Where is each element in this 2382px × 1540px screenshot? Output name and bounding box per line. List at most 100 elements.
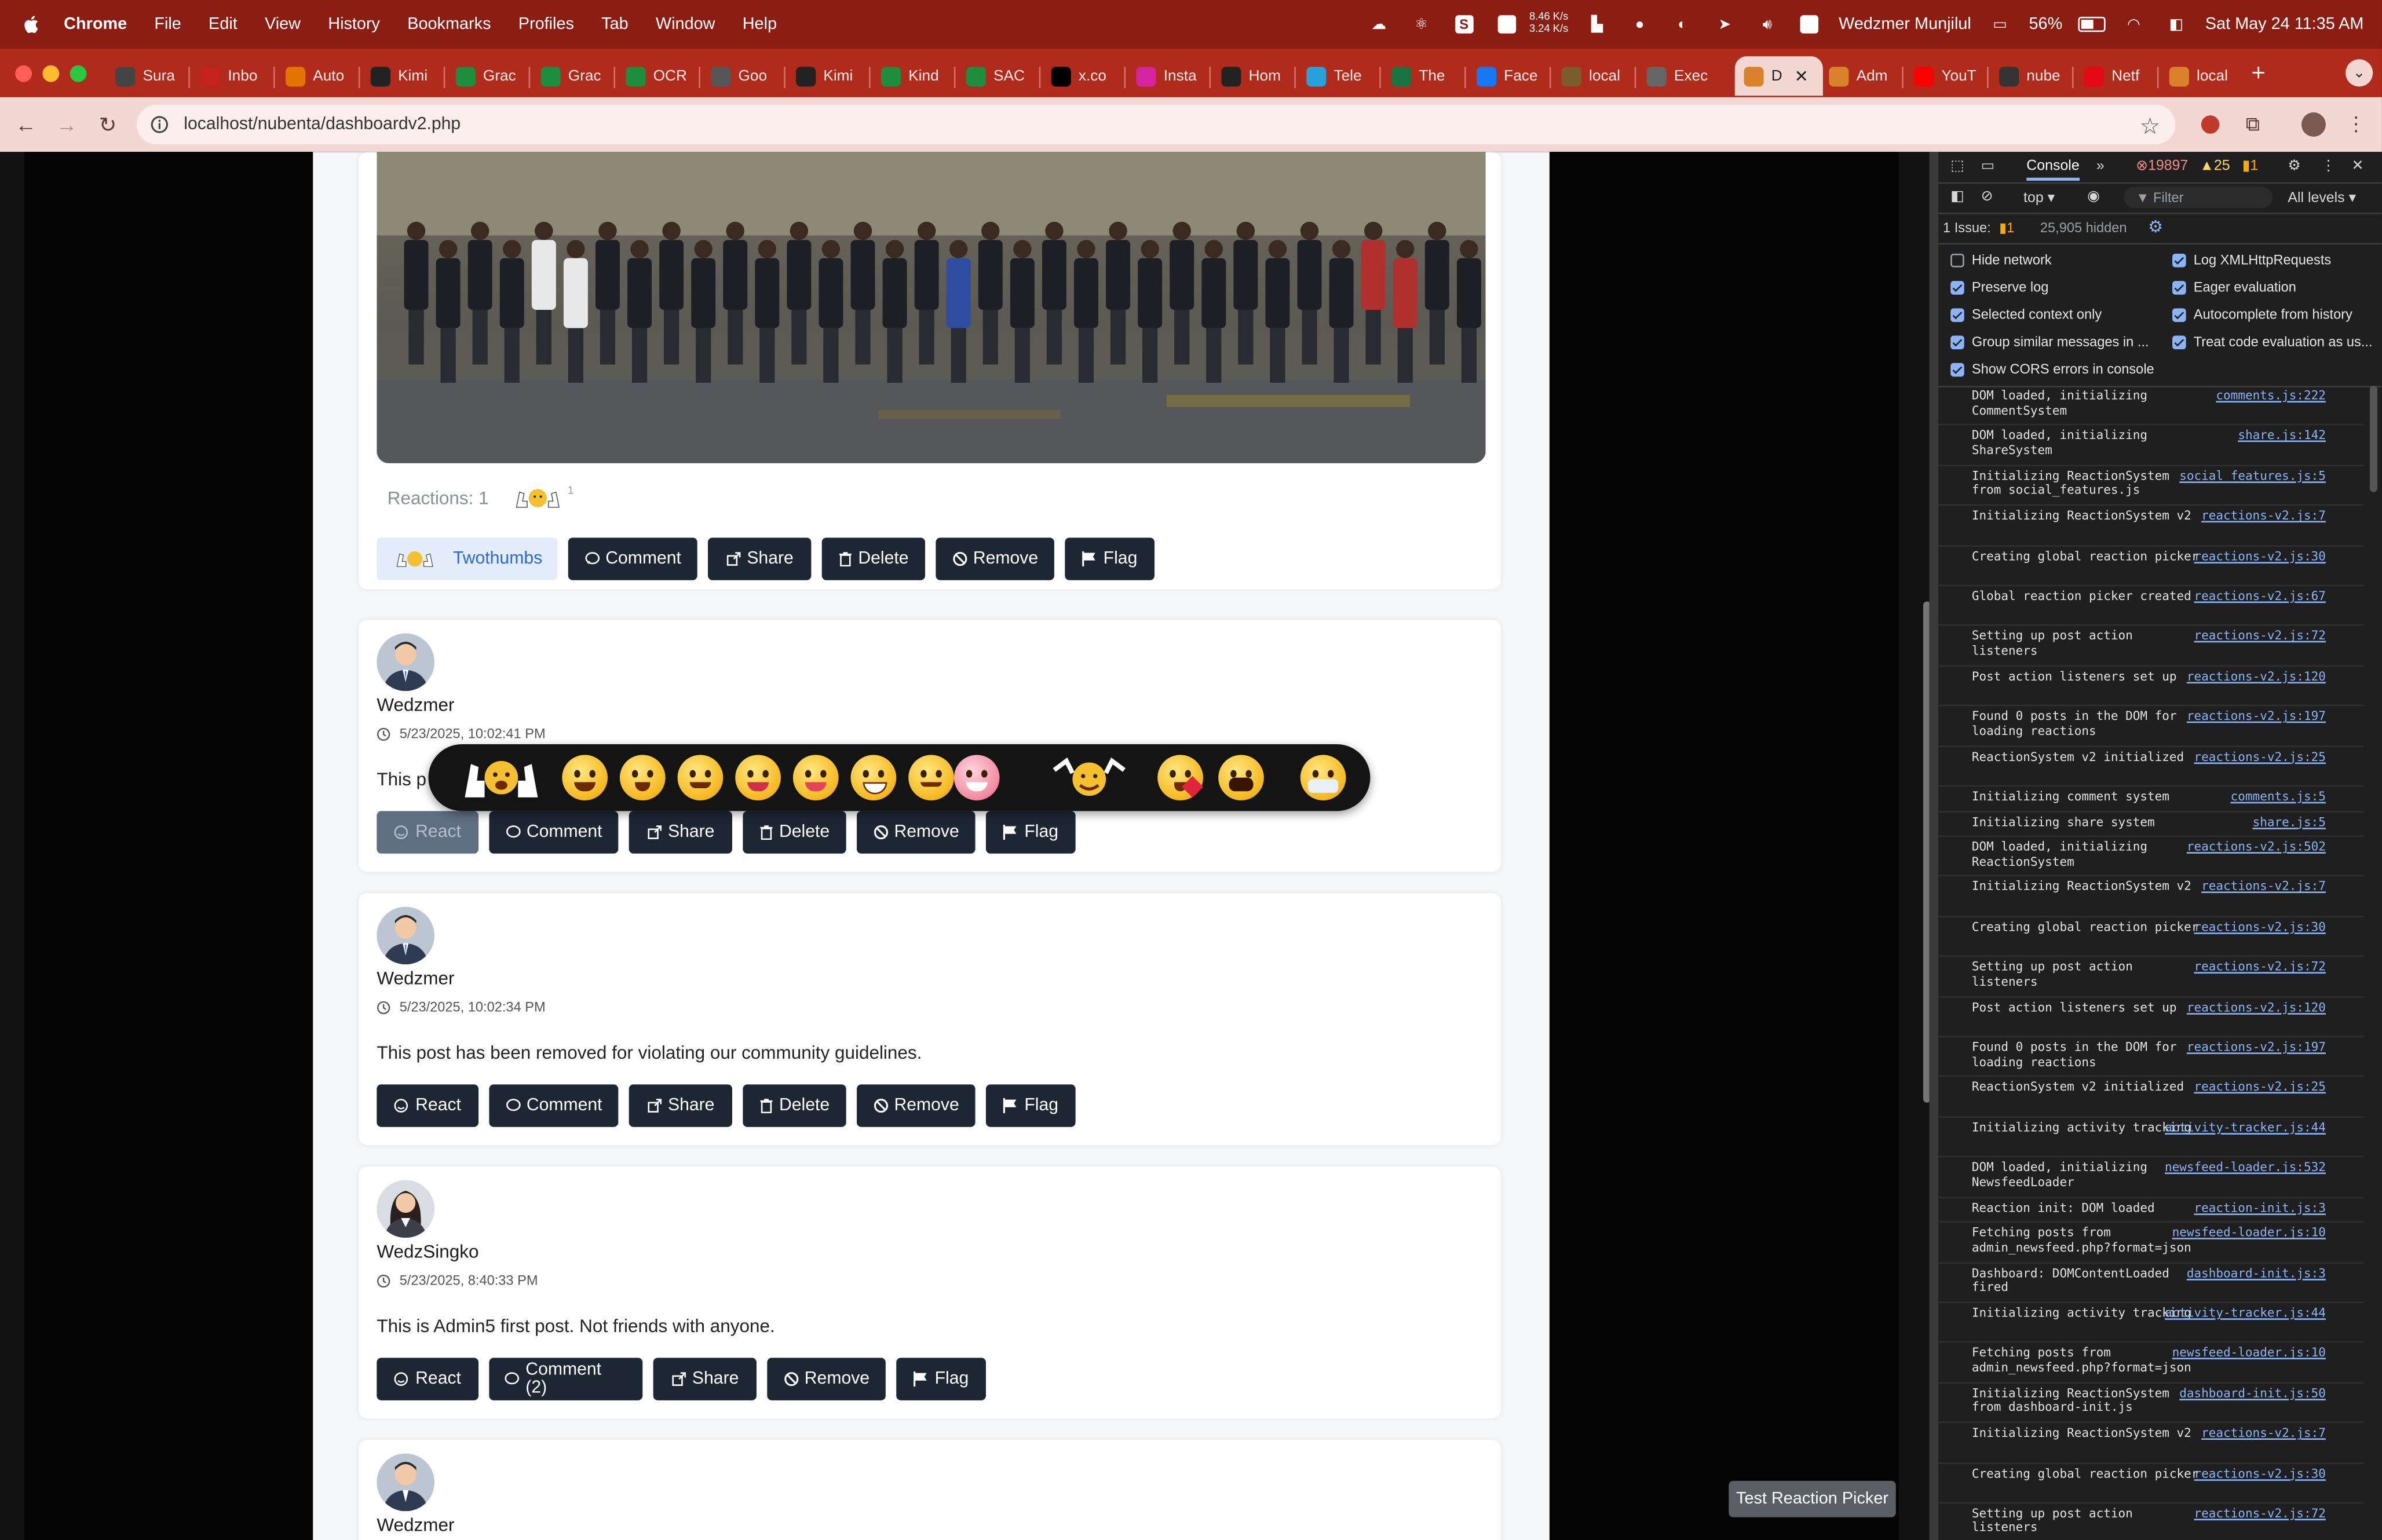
console-message[interactable]: DOM loaded, initializing ShareSystem shar… [1938,426,2364,466]
console-message[interactable]: Setting up post action listeners reaction… [1938,626,2364,667]
console-message[interactable]: Post action listeners set up reactions-v2… [1938,997,2364,1038]
console-source-link[interactable]: reactions-v2.js:197 [2187,709,2326,724]
network-monitor-icon[interactable] [1493,14,1520,35]
browser-tab[interactable]: SAC [957,56,1042,96]
console-message[interactable]: Setting up post action listeners reaction… [1938,1504,2363,1540]
console-source-link[interactable]: reactions-v2.js:120 [2187,1000,2326,1015]
site-info-icon[interactable] [147,112,171,137]
option-log-xhr[interactable]: Log XMLHttpRequests [2172,252,2331,268]
console-message[interactable]: Creating global reaction picker reactions… [1938,917,2364,957]
error-count[interactable]: ⊗19897 [2136,158,2188,175]
console-message[interactable]: DOM loaded, initializing ReactionSystem r… [1938,837,2364,877]
console-source-link[interactable]: dashboard-init.js:50 [2179,1387,2326,1401]
console-source-link[interactable]: reactions-v2.js:7 [2201,880,2326,895]
page-scrollbar[interactable] [1923,601,1930,1103]
browser-tab[interactable]: Kimi [787,56,872,96]
menu-history[interactable]: History [328,15,380,33]
option-preserve-log[interactable]: Preserve log [1950,280,2048,295]
console-source-link[interactable]: reactions-v2.js:502 [2187,840,2326,854]
console-message[interactable]: Initializing activity tracking activity-t… [1938,1303,2364,1344]
browser-tab[interactable]: x.co [1042,56,1127,96]
grammarly-icon[interactable]: ● [1626,14,1653,35]
browser-tab[interactable]: Hom [1212,56,1298,96]
console-message[interactable]: ReactionSystem v2 initialized reactions-v… [1938,1077,2364,1118]
console-source-link[interactable]: share.js:5 [2253,815,2326,829]
bookmark-star-icon[interactable]: ☆ [2140,112,2160,140]
console-message[interactable]: Fetching posts from admin_newsfeed.php?f… [1938,1343,2364,1384]
console-source-link[interactable]: reaction-init.js:3 [2194,1201,2326,1215]
delete-button[interactable]: Delete [743,1084,846,1127]
close-devtools-icon[interactable]: ✕ [2351,158,2363,175]
console-source-link[interactable]: reactions-v2.js:30 [2194,920,2326,935]
address-bar[interactable]: localhost/nubenta/dashboardv2.php ☆ [137,104,2176,145]
settings-gear-icon[interactable]: ⚙ [2288,158,2300,175]
mask-icon[interactable] [1300,755,1346,801]
control-center-icon[interactable]: ◧ [2162,14,2190,35]
avatar[interactable] [377,1453,435,1512]
log-levels-select[interactable]: All levels ▾ [2288,190,2356,207]
maximize-window-icon[interactable] [70,65,87,82]
battery-icon[interactable] [2077,14,2105,35]
comment-button[interactable]: Comment [489,811,619,854]
browser-tab[interactable]: Kind [872,56,957,96]
console-source-link[interactable]: reactions-v2.js:72 [2194,960,2326,975]
drool-icon[interactable] [735,755,781,801]
delete-button[interactable]: Delete [743,811,846,854]
remove-button[interactable]: Remove [857,811,976,854]
console-source-link[interactable]: newsfeed-loader.js:532 [2165,1161,2326,1175]
browser-tab[interactable]: Netf [2075,56,2160,96]
menu-help[interactable]: Help [743,15,777,33]
menu-profiles[interactable]: Profiles [518,15,574,33]
console-message[interactable]: Initializing ReactionSystem from dashboa… [1938,1383,2364,1424]
console-message[interactable]: DOM loaded, initializing CommentSystem co… [1938,386,2364,426]
console-message[interactable]: Initializing ReactionSystem v2 reactions-… [1938,506,2364,546]
post-author[interactable]: Wedzmer [377,1515,454,1536]
a-app-icon[interactable] [1796,14,1824,35]
menu-window[interactable]: Window [656,15,715,33]
flag-button[interactable]: Flag [985,811,1076,854]
minimize-window-icon[interactable] [42,65,60,82]
browser-tab[interactable]: Adm [1820,56,1905,96]
sync-icon[interactable]: ⚛ [1408,14,1435,35]
tab-search-icon[interactable]: ⌄ [2345,59,2373,87]
close-window-icon[interactable] [15,65,32,82]
menu-edit[interactable]: Edit [209,15,238,33]
profile-avatar-icon[interactable] [2300,111,2327,138]
option-hide-network[interactable]: Hide network [1950,252,2052,268]
keyboard-icon[interactable]: ▭ [1986,14,2014,35]
post-author[interactable]: WedzSingko [377,1241,478,1263]
chrome-menu-icon[interactable]: ⋮ [2343,111,2370,138]
option-treat-code-evaluation[interactable]: Treat code evaluation as us... [2172,334,2379,349]
console-source-link[interactable]: social_features.js:5 [2179,469,2326,484]
facepalm-icon[interactable] [908,755,954,801]
browser-tab[interactable]: Exec [1638,56,1723,96]
option-show-cors[interactable]: Show CORS errors in console [1950,361,2154,376]
issues-count-badge[interactable]: ▮1 [1999,220,2014,237]
avatar[interactable] [377,1180,435,1238]
console-message[interactable]: Found 0 posts in the DOM for loading rea… [1938,1037,2364,1078]
twothumbs-icon[interactable] [510,486,564,510]
shock-icon[interactable] [1218,755,1264,801]
console-source-link[interactable]: comments.js:222 [2216,389,2325,403]
delete-button[interactable]: Delete [821,537,926,580]
wifi-icon[interactable]: ◠ [2120,14,2147,35]
console-source-link[interactable]: reactions-v2.js:30 [2194,549,2326,564]
context-select[interactable]: top ▾ [2023,190,2055,207]
sidebar-toggle-icon[interactable]: ◧ [1950,188,1964,205]
console-message[interactable]: Post action listeners set up reactions-v2… [1938,667,2364,707]
react-button[interactable]: React [377,1358,479,1400]
laugh-icon[interactable] [562,755,608,801]
warning-count[interactable]: ▲25 [2200,158,2230,175]
s-app-icon[interactable]: S [1451,14,1478,35]
flag-button[interactable]: Flag [1065,537,1155,580]
post-author[interactable]: Wedzmer [377,967,454,989]
remove-button[interactable]: Remove [857,1084,976,1127]
console-settings-icon[interactable]: ⚙ [2148,217,2163,237]
console-source-link[interactable]: share.js:142 [2238,429,2326,444]
console-source-link[interactable]: comments.js:5 [2231,789,2326,804]
menubar-user[interactable]: Wedzmer Munjilul [1839,15,1971,33]
console-source-link[interactable]: activity-tracker.js:44 [2165,1306,2326,1320]
console-source-link[interactable]: reactions-v2.js:67 [2194,589,2326,603]
extensions-icon[interactable]: ⧉ [2239,111,2266,138]
browser-tab[interactable]: Inbo [191,56,276,96]
